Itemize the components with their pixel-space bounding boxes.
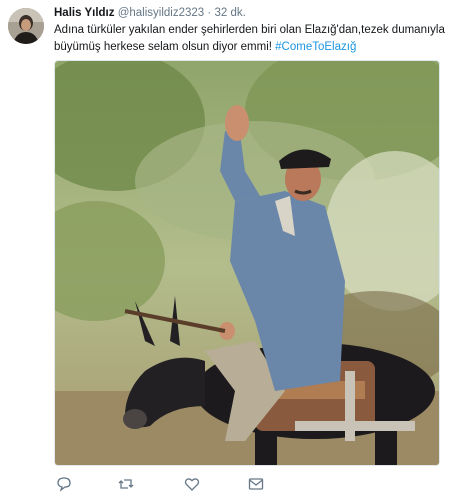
avatar-image — [8, 8, 44, 44]
hashtag-link[interactable]: #ComeToElazığ — [275, 41, 356, 53]
retweet-icon — [118, 479, 134, 489]
tweet-header: Halis Yıldız @halisyildiz2323 · 32 dk. — [54, 6, 246, 20]
retweet-button[interactable] — [118, 476, 134, 492]
direct-message-button[interactable] — [248, 476, 264, 492]
like-icon — [184, 478, 200, 491]
reply-button[interactable] — [56, 476, 72, 492]
tweet[interactable]: Halis Yıldız @halisyildiz2323 · 32 dk. A… — [0, 0, 469, 500]
tweet-timestamp[interactable]: 32 dk. — [214, 7, 245, 19]
direct-message-icon — [248, 478, 264, 490]
author-name[interactable]: Halis Yıldız — [54, 7, 115, 19]
tweet-photo[interactable] — [54, 60, 440, 466]
author-handle[interactable]: @halisyildiz2323 — [118, 7, 204, 19]
avatar[interactable] — [8, 8, 44, 44]
tweet-text: Adına türküler yakılan ender şehirlerden… — [54, 22, 459, 56]
tweet-actions — [54, 476, 384, 494]
reply-icon — [57, 477, 71, 492]
photo-image — [55, 61, 439, 465]
tweet-body: Adına türküler yakılan ender şehirlerden… — [54, 24, 445, 53]
separator-dot: · — [207, 7, 212, 19]
like-button[interactable] — [184, 476, 200, 492]
